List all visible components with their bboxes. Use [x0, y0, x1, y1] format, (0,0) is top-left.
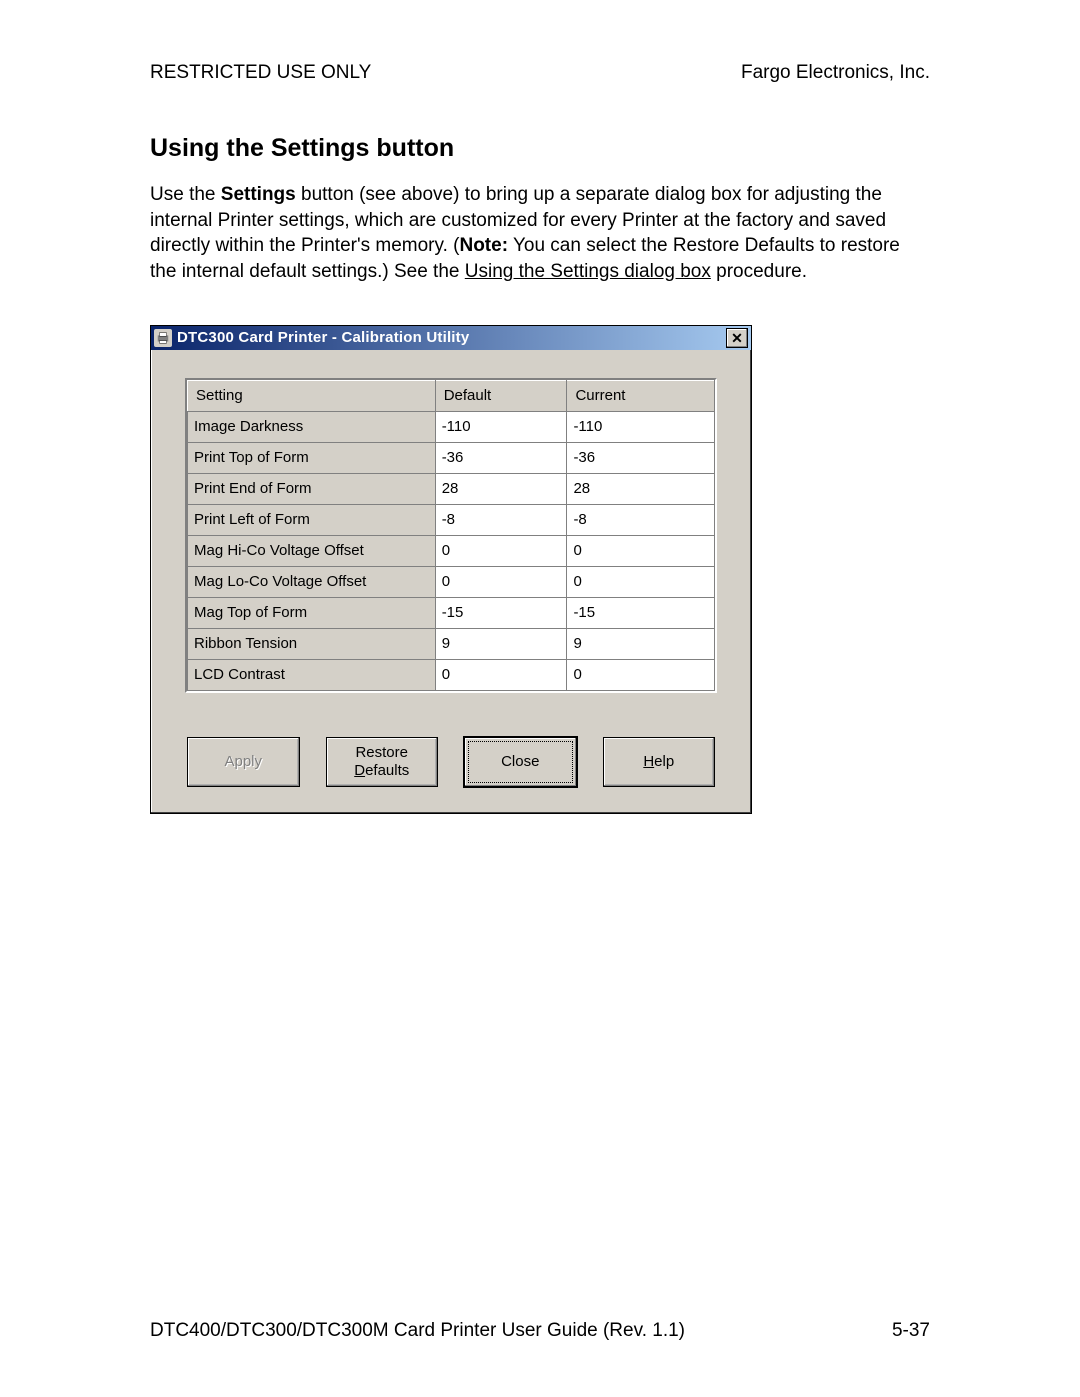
cell-default-value: -8 — [435, 504, 567, 535]
close-button[interactable]: ✕ — [726, 328, 748, 348]
table-row[interactable]: LCD Contrast00 — [188, 659, 715, 690]
text: Use the — [150, 184, 221, 205]
close-dialog-button[interactable]: Close — [464, 737, 577, 787]
help-button[interactable]: Help — [603, 737, 716, 787]
cell-current-value[interactable]: 9 — [567, 628, 715, 659]
cell-default-value: 0 — [435, 535, 567, 566]
cell-default-value: -110 — [435, 411, 567, 442]
text: D — [354, 762, 365, 779]
table-row[interactable]: Print End of Form2828 — [188, 473, 715, 504]
header-restricted: RESTRICTED USE ONLY — [150, 62, 371, 84]
close-icon: ✕ — [731, 331, 743, 345]
cell-current-value[interactable]: -110 — [567, 411, 715, 442]
dialog-title: DTC300 Card Printer - Calibration Utilit… — [177, 329, 726, 346]
cell-setting-name: Mag Lo-Co Voltage Offset — [188, 566, 436, 597]
apply-button[interactable]: Apply — [187, 737, 300, 787]
table-row[interactable]: Mag Lo-Co Voltage Offset00 — [188, 566, 715, 597]
cell-default-value: 9 — [435, 628, 567, 659]
table-row[interactable]: Print Top of Form-36-36 — [188, 442, 715, 473]
text: procedure. — [711, 261, 807, 282]
cell-setting-name: Mag Top of Form — [188, 597, 436, 628]
cell-setting-name: Print Left of Form — [188, 504, 436, 535]
cell-default-value: 0 — [435, 659, 567, 690]
cell-current-value[interactable]: -36 — [567, 442, 715, 473]
intro-paragraph: Use the Settings button (see above) to b… — [150, 182, 930, 285]
table-row[interactable]: Print Left of Form-8-8 — [188, 504, 715, 535]
cell-default-value: 0 — [435, 566, 567, 597]
text: Restore — [355, 744, 408, 761]
settings-table: Setting Default Current Image Darkness-1… — [187, 380, 715, 691]
text: efaults — [365, 762, 409, 779]
document-page: RESTRICTED USE ONLY Fargo Electronics, I… — [0, 0, 1080, 1397]
cell-current-value[interactable]: -15 — [567, 597, 715, 628]
text-bold: Note: — [459, 235, 508, 256]
header-company: Fargo Electronics, Inc. — [741, 62, 930, 84]
dialog-body: Setting Default Current Image Darkness-1… — [151, 350, 751, 813]
page-header: RESTRICTED USE ONLY Fargo Electronics, I… — [150, 62, 930, 84]
restore-defaults-button[interactable]: Restore Defaults — [326, 737, 439, 787]
col-current[interactable]: Current — [567, 380, 715, 411]
section-heading: Using the Settings button — [150, 134, 930, 163]
page-footer: DTC400/DTC300/DTC300M Card Printer User … — [150, 1320, 930, 1342]
button-label: Help — [643, 753, 674, 770]
text: H — [643, 753, 654, 770]
footer-page-number: 5-37 — [892, 1320, 930, 1342]
table-row[interactable]: Mag Top of Form-15-15 — [188, 597, 715, 628]
cell-current-value[interactable]: 0 — [567, 566, 715, 597]
cell-default-value: -36 — [435, 442, 567, 473]
cell-current-value[interactable]: 0 — [567, 535, 715, 566]
printer-icon — [154, 329, 172, 347]
table-header-row: Setting Default Current — [188, 380, 715, 411]
button-label: Close — [501, 753, 539, 770]
table-row[interactable]: Mag Hi-Co Voltage Offset00 — [188, 535, 715, 566]
button-label: Apply — [224, 753, 262, 770]
col-setting[interactable]: Setting — [188, 380, 436, 411]
cell-setting-name: Mag Hi-Co Voltage Offset — [188, 535, 436, 566]
cell-current-value[interactable]: -8 — [567, 504, 715, 535]
cell-current-value[interactable]: 0 — [567, 659, 715, 690]
footer-doc-title: DTC400/DTC300/DTC300M Card Printer User … — [150, 1320, 685, 1342]
calibration-dialog: DTC300 Card Printer - Calibration Utilit… — [150, 325, 752, 814]
dialog-titlebar[interactable]: DTC300 Card Printer - Calibration Utilit… — [151, 326, 751, 350]
cell-setting-name: Print End of Form — [188, 473, 436, 504]
cell-current-value[interactable]: 28 — [567, 473, 715, 504]
dialog-button-row: Apply Restore Defaults Close Help — [185, 737, 717, 791]
text: elp — [654, 753, 674, 770]
cell-setting-name: Ribbon Tension — [188, 628, 436, 659]
cell-setting-name: Print Top of Form — [188, 442, 436, 473]
table-row[interactable]: Ribbon Tension99 — [188, 628, 715, 659]
link-settings-dialog[interactable]: Using the Settings dialog box — [465, 261, 711, 282]
text-bold: Settings — [221, 184, 296, 205]
settings-table-wrap: Setting Default Current Image Darkness-1… — [185, 378, 717, 693]
col-default[interactable]: Default — [435, 380, 567, 411]
cell-setting-name: LCD Contrast — [188, 659, 436, 690]
button-label: Restore Defaults — [354, 744, 409, 779]
table-row[interactable]: Image Darkness-110-110 — [188, 411, 715, 442]
cell-setting-name: Image Darkness — [188, 411, 436, 442]
cell-default-value: 28 — [435, 473, 567, 504]
cell-default-value: -15 — [435, 597, 567, 628]
